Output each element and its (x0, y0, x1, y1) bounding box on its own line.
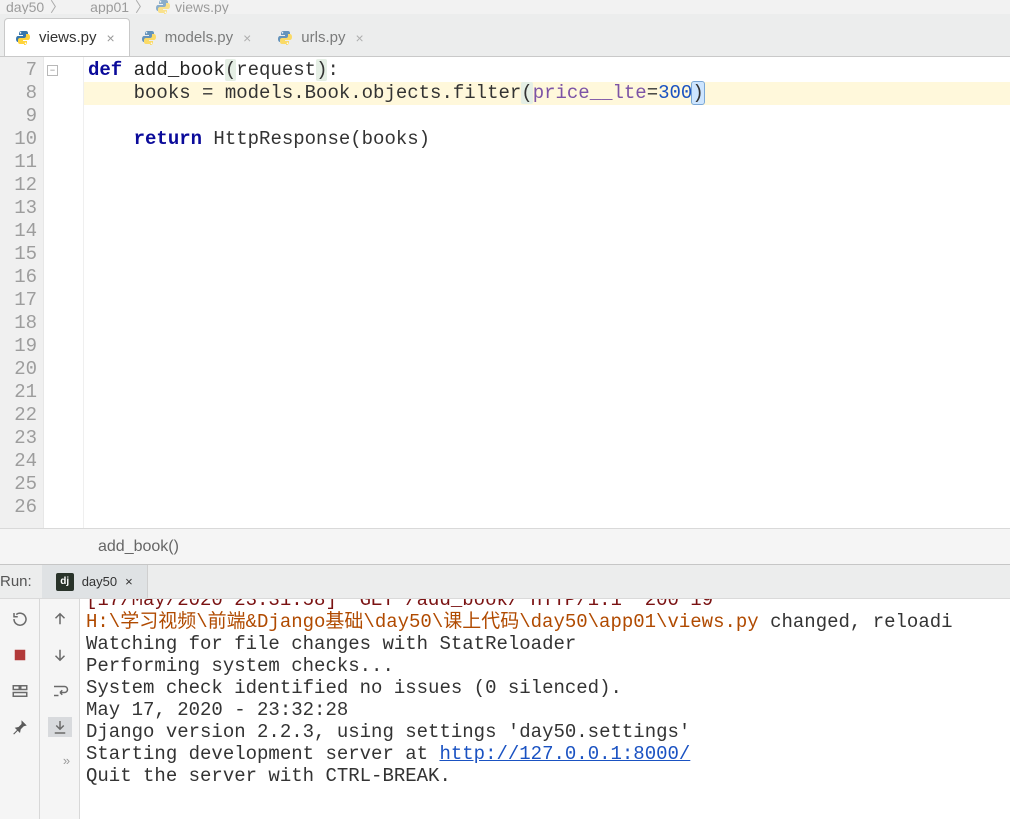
console-line: Django version 2.2.3, using settings 'da… (86, 721, 1004, 743)
editor-tab[interactable]: views.py × (4, 18, 130, 56)
chevron-right-icon: 〉 (50, 0, 64, 14)
code-line[interactable] (84, 473, 1010, 496)
layout-button[interactable] (8, 681, 32, 701)
code-line[interactable] (84, 450, 1010, 473)
breadcrumb-item[interactable]: day50 (6, 0, 44, 14)
code-line[interactable] (84, 335, 1010, 358)
python-file-icon (155, 0, 171, 14)
console-line: Quit the server with CTRL-BREAK. (86, 765, 1004, 787)
breadcrumb: day50 〉 app01 〉 views.py (0, 0, 1010, 14)
code-line[interactable] (84, 427, 1010, 450)
code-line[interactable] (84, 243, 1010, 266)
scroll-up-button[interactable] (48, 609, 72, 629)
breadcrumb-item[interactable]: views.py (155, 0, 229, 14)
scroll-down-button[interactable] (48, 645, 72, 665)
code-line[interactable] (84, 174, 1010, 197)
more-actions-button[interactable]: » (51, 753, 68, 768)
code-editor[interactable]: def add_book(request): books = models.Bo… (84, 57, 1010, 528)
run-tool-window: Run: dj day50 × » [17/May/2020 23:31:5 (0, 564, 1010, 819)
scroll-to-end-button[interactable] (48, 717, 72, 737)
pin-button[interactable] (8, 717, 32, 737)
close-icon[interactable]: × (241, 31, 253, 45)
chevron-right-icon: 〉 (135, 0, 149, 14)
django-icon: dj (56, 573, 74, 591)
close-icon[interactable]: × (353, 31, 365, 45)
code-line[interactable] (84, 404, 1010, 427)
close-icon[interactable]: × (125, 574, 133, 589)
stop-button[interactable] (8, 645, 32, 665)
code-line[interactable] (84, 151, 1010, 174)
tab-label: models.py (165, 29, 233, 46)
run-label: Run: (0, 573, 42, 590)
editor-tab[interactable]: models.py × (130, 18, 267, 56)
console-line: Watching for file changes with StatReloa… (86, 633, 1004, 655)
code-line[interactable] (84, 381, 1010, 404)
run-configuration-tab[interactable]: dj day50 × (42, 565, 148, 598)
code-line[interactable]: def add_book(request): (84, 59, 1010, 82)
code-line[interactable]: return HttpResponse(books) (84, 128, 1010, 151)
python-file-icon (15, 30, 31, 46)
soft-wrap-button[interactable] (48, 681, 72, 701)
code-line[interactable] (84, 220, 1010, 243)
code-line[interactable]: books = models.Book.objects.filter(price… (84, 82, 1010, 105)
rerun-button[interactable] (8, 609, 32, 629)
run-toolbar-secondary: » (40, 599, 80, 819)
tab-label: urls.py (301, 29, 345, 46)
fold-toggle[interactable]: − (47, 65, 58, 76)
console-line: May 17, 2020 - 23:32:28 (86, 699, 1004, 721)
code-line[interactable] (84, 105, 1010, 128)
code-line[interactable] (84, 312, 1010, 335)
console-line: Performing system checks... (86, 655, 1004, 677)
server-url-link[interactable]: http://127.0.0.1:8000/ (439, 743, 690, 765)
python-file-icon (141, 30, 157, 46)
editor-breadcrumb[interactable]: add_book() (0, 528, 1010, 564)
run-configuration-name: day50 (82, 574, 117, 589)
editor-tab[interactable]: urls.py × (266, 18, 378, 56)
python-file-icon (277, 30, 293, 46)
code-line[interactable] (84, 197, 1010, 220)
console-line: H:\学习视频\前端&Django基础\day50\课上代码\day50\app… (86, 611, 1004, 633)
console-line: [17/May/2020 23:31:58] "GET /add_book/ H… (86, 599, 1004, 611)
editor-tabs: views.py × models.py × urls.py × (0, 14, 1010, 57)
console-line: Starting development server at http://12… (86, 743, 1004, 765)
run-toolbar-primary (0, 599, 40, 819)
code-line[interactable] (84, 358, 1010, 381)
breadcrumb-item[interactable]: app01 (70, 0, 129, 14)
code-line[interactable] (84, 289, 1010, 312)
tab-label: views.py (39, 29, 97, 46)
console-line: System check identified no issues (0 sil… (86, 677, 1004, 699)
code-line[interactable] (84, 266, 1010, 289)
fold-rail[interactable]: − (44, 57, 84, 528)
code-line[interactable] (84, 496, 1010, 519)
console-output[interactable]: [17/May/2020 23:31:58] "GET /add_book/ H… (80, 599, 1010, 819)
folder-icon (70, 0, 86, 14)
line-number-gutter: 7891011121314151617181920212223242526 (0, 57, 44, 528)
close-icon[interactable]: × (105, 31, 117, 45)
